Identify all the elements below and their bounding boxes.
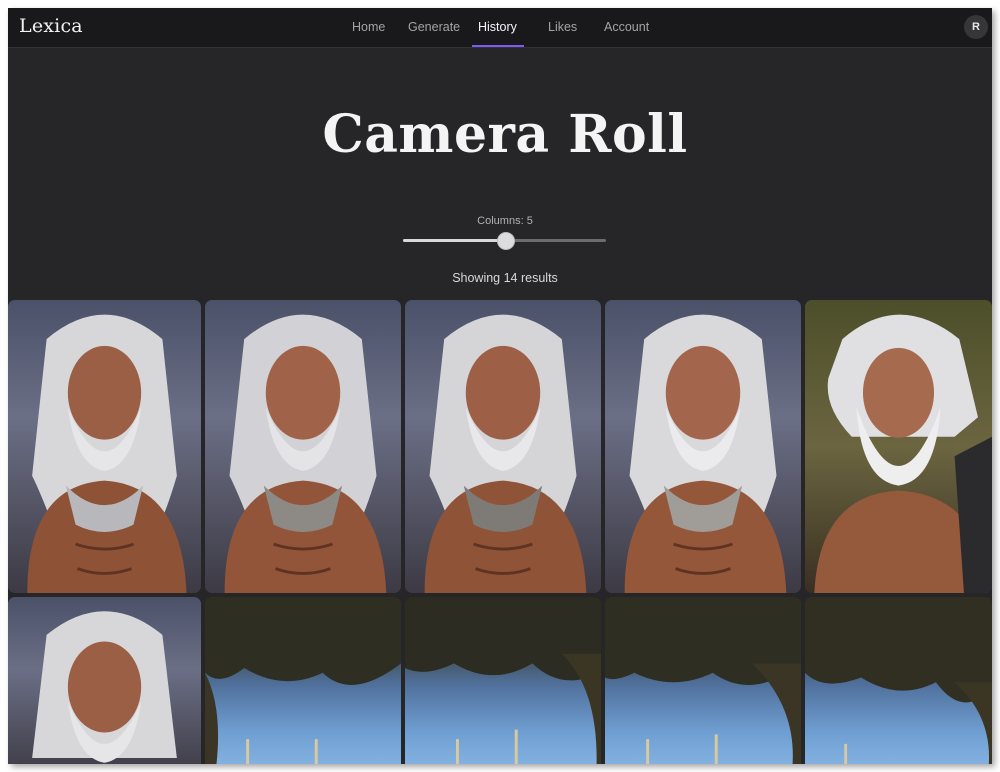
slider-fill (403, 239, 505, 242)
columns-label: Columns: 5 (477, 215, 533, 227)
results-count: Showing 14 results (452, 271, 558, 285)
nav-home[interactable]: Home (352, 20, 385, 34)
portrait-image (32, 611, 177, 763)
portrait-image (624, 314, 787, 593)
image-tile[interactable] (805, 597, 992, 764)
portrait-image (27, 314, 187, 593)
image-tile[interactable] (205, 300, 401, 593)
portrait-image (814, 314, 992, 593)
image-tile[interactable] (805, 300, 992, 593)
landscape-image (205, 597, 401, 764)
nav-generate[interactable]: Generate (408, 20, 460, 34)
portrait-image (424, 314, 587, 593)
landscape-image (805, 597, 992, 764)
image-tile[interactable] (605, 597, 801, 764)
image-tile[interactable] (205, 597, 401, 764)
landscape-image (405, 597, 601, 764)
portrait-image (224, 314, 387, 593)
app-logo[interactable]: Lexica (19, 15, 83, 37)
image-tile[interactable] (405, 597, 601, 764)
nav-account[interactable]: Account (604, 20, 649, 34)
image-tile[interactable] (8, 300, 201, 593)
landscape-image (605, 597, 801, 764)
image-tile[interactable] (405, 300, 601, 593)
nav-likes[interactable]: Likes (548, 20, 577, 34)
active-tab-indicator (472, 45, 524, 47)
nav-history[interactable]: History (478, 20, 517, 34)
image-tile[interactable] (605, 300, 801, 593)
page-title: Camera Roll (322, 104, 688, 165)
app-window: Lexica Home Generate History Likes Accou… (8, 8, 992, 764)
user-avatar[interactable]: R (964, 15, 988, 39)
columns-slider[interactable] (403, 232, 606, 250)
image-tile[interactable] (8, 597, 201, 764)
top-nav: Lexica Home Generate History Likes Accou… (8, 8, 992, 48)
slider-thumb[interactable] (496, 232, 515, 250)
